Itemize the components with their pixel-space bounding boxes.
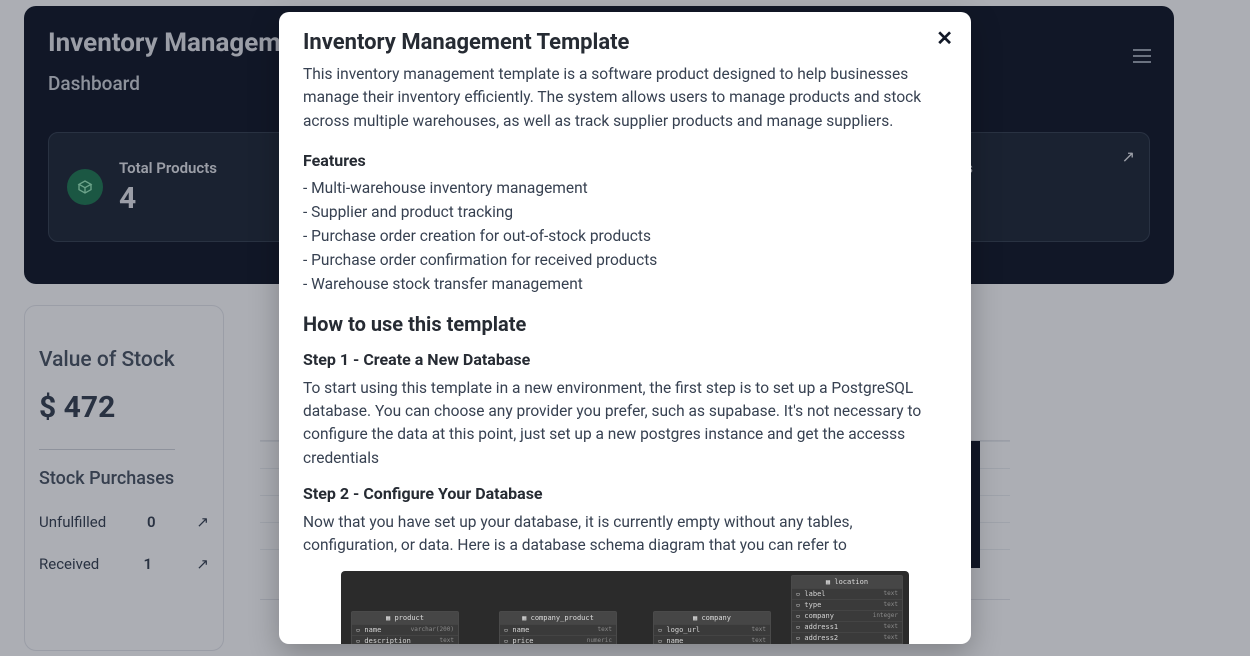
modal-overlay[interactable]: ✕ Inventory Management Template This inv… (0, 0, 1250, 656)
modal-intro: This inventory management template is a … (303, 63, 947, 133)
feature-item: Purchase order creation for out-of-stock… (303, 224, 947, 248)
feature-item: Supplier and product tracking (303, 200, 947, 224)
step2-body: Now that you have set up your database, … (303, 511, 947, 558)
close-button[interactable]: ✕ (936, 26, 953, 51)
close-icon: ✕ (936, 28, 953, 50)
modal-title: Inventory Management Template (303, 30, 947, 55)
step1-body: To start using this template in a new en… (303, 377, 947, 470)
schema-diagram: ▦ product ▫ namevarchar(200)▫ descriptio… (341, 571, 909, 644)
features-list: Multi-warehouse inventory management Sup… (303, 176, 947, 296)
features-heading: Features (303, 151, 947, 170)
feature-item: Multi-warehouse inventory management (303, 176, 947, 200)
howto-heading: How to use this template (303, 312, 947, 336)
step1-heading: Step 1 - Create a New Database (303, 350, 947, 369)
feature-item: Warehouse stock transfer management (303, 272, 947, 296)
template-info-modal: ✕ Inventory Management Template This inv… (279, 12, 971, 644)
feature-item: Purchase order confirmation for received… (303, 248, 947, 272)
step2-heading: Step 2 - Configure Your Database (303, 484, 947, 503)
